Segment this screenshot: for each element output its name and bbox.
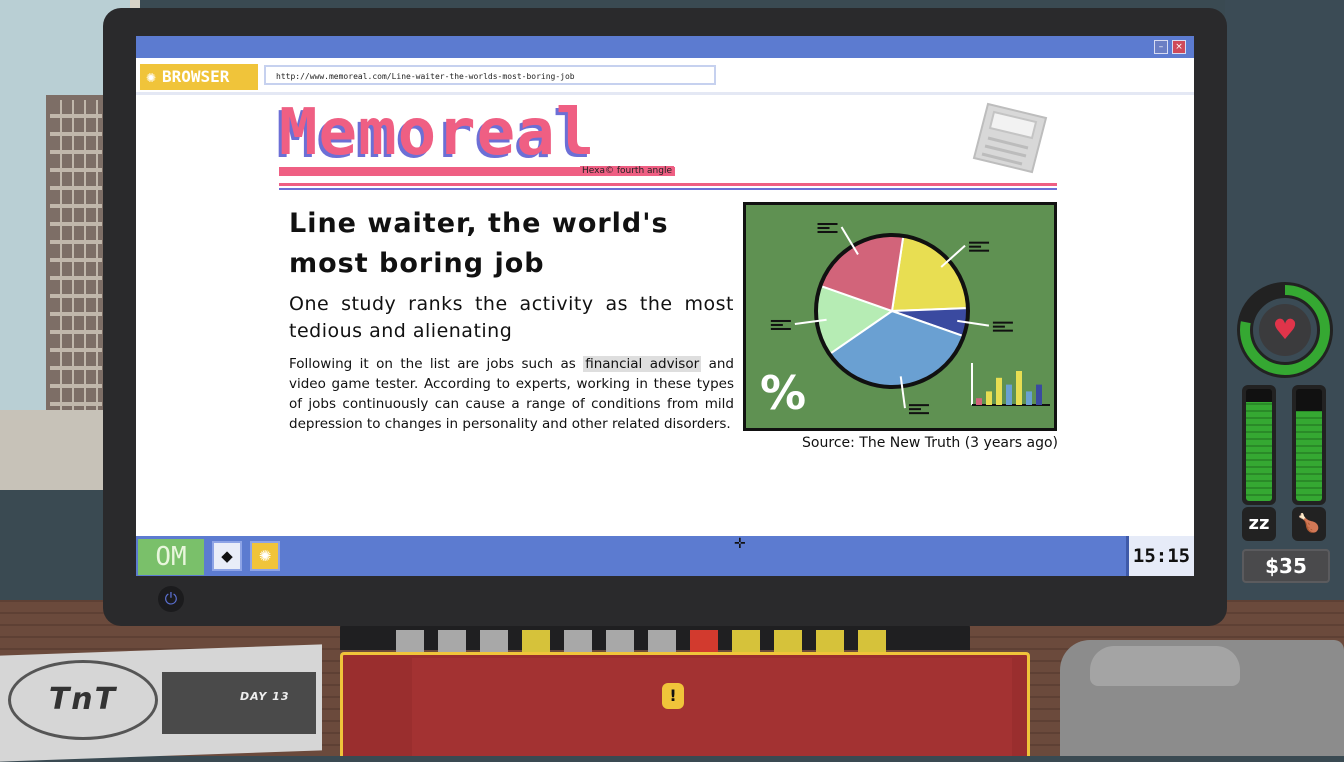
notebook-alert-icon[interactable]: ! (662, 683, 684, 709)
pie-label-dash (992, 329, 1013, 332)
article-image: % (743, 202, 1057, 431)
keyboard-key[interactable] (480, 630, 508, 652)
article-body: Following it on the list are jobs such a… (289, 354, 734, 434)
bar (1016, 371, 1022, 405)
health-meter: ♥ (1237, 282, 1333, 378)
pie-label-dash (817, 227, 830, 230)
pie-label-dash (992, 325, 1005, 328)
pie-label-dash (969, 241, 990, 244)
percent-icon: % (760, 366, 806, 420)
newspaper-logo: TnT (8, 660, 158, 740)
keyboard-key[interactable] (522, 630, 550, 652)
bar (996, 377, 1002, 405)
image-caption: Source: The New Truth (3 years ago) (802, 435, 1058, 451)
pie-label-dash (770, 327, 791, 330)
keyboard-key[interactable] (774, 630, 802, 652)
keyboard-key[interactable] (438, 630, 466, 652)
article-headline: Line waiter, the world's most boring job (289, 208, 669, 279)
notebook-cover (412, 658, 1012, 756)
taskbar-browser-icon[interactable]: ✺ (250, 541, 280, 571)
keyboard-keys (396, 630, 916, 652)
start-button[interactable]: OM (138, 539, 204, 575)
header-divider (279, 183, 1057, 186)
taskbar-app-icon[interactable]: ◆ (212, 541, 242, 571)
minimize-button[interactable]: – (1154, 40, 1168, 54)
bar-chart (971, 363, 1050, 406)
article-subheadline: One study ranks the activity as the most… (289, 293, 734, 342)
hunger-meter (1292, 385, 1326, 505)
article-highlight-link[interactable]: financial advisor (583, 356, 702, 372)
site-tagline: Hexa© fourth angle (580, 166, 674, 176)
keyboard-key[interactable] (816, 630, 844, 652)
food-icon: 🍗 (1292, 507, 1326, 541)
taskbar-clock: 15:15 (1126, 536, 1194, 576)
power-button[interactable]: ⏻ (158, 586, 184, 612)
site-logo[interactable]: Memoreal (279, 98, 595, 168)
bar (976, 398, 982, 405)
newspaper-icon (972, 102, 1048, 174)
header-divider-secondary (279, 188, 1057, 190)
sleep-icon: zz (1242, 507, 1276, 541)
day-counter: DAY 13 (240, 690, 290, 703)
article-body-text: Following it on the list are jobs such a… (289, 356, 584, 372)
pie-label-dash (908, 408, 921, 411)
money-display: $35 (1242, 549, 1330, 583)
pie-label-dash (770, 323, 783, 326)
close-button[interactable]: × (1172, 40, 1186, 54)
pie-label-dash (992, 321, 1013, 324)
heart-icon: ♥ (1272, 313, 1297, 346)
hunger-fill (1296, 411, 1322, 501)
bar (1026, 391, 1032, 405)
computer-screen: – × ✺ BROWSER http://www.memoreal.com/Lin… (136, 36, 1194, 576)
pie-label-dash (770, 319, 791, 322)
mouse-cursor-icon: ✛ (734, 536, 746, 552)
browser-app-label: ✺ BROWSER (140, 64, 258, 90)
taskbar (136, 536, 1194, 576)
url-bar[interactable]: http://www.memoreal.com/Line-waiter-the-… (264, 65, 716, 85)
article-chart: % (760, 223, 1050, 420)
pie-label-dash (969, 245, 982, 248)
sleep-fill (1246, 402, 1272, 501)
keyboard-key[interactable] (396, 630, 424, 652)
pie-label-dash (908, 404, 929, 407)
telephone-handset (1090, 646, 1240, 686)
pie-label-dash (817, 223, 838, 226)
browser-titlebar (136, 36, 1194, 58)
keyboard-key[interactable] (732, 630, 760, 652)
keyboard-key[interactable] (606, 630, 634, 652)
pie-chart (814, 233, 970, 389)
keyboard-key[interactable] (690, 630, 718, 652)
keyboard-key[interactable] (564, 630, 592, 652)
keyboard-key[interactable] (648, 630, 676, 652)
bar (1006, 384, 1012, 405)
pie-label-dash (908, 412, 929, 415)
newspaper-band (162, 672, 316, 734)
sleep-meter (1242, 385, 1276, 505)
pie-label-dash (969, 249, 990, 252)
browser-app-name: BROWSER (162, 67, 230, 86)
keyboard-key[interactable] (858, 630, 886, 652)
pie-label-dash (817, 231, 838, 234)
bar (1036, 384, 1042, 405)
window-sill (0, 410, 112, 490)
bar (986, 391, 992, 405)
browser-logo-icon: ✺ (146, 67, 156, 86)
